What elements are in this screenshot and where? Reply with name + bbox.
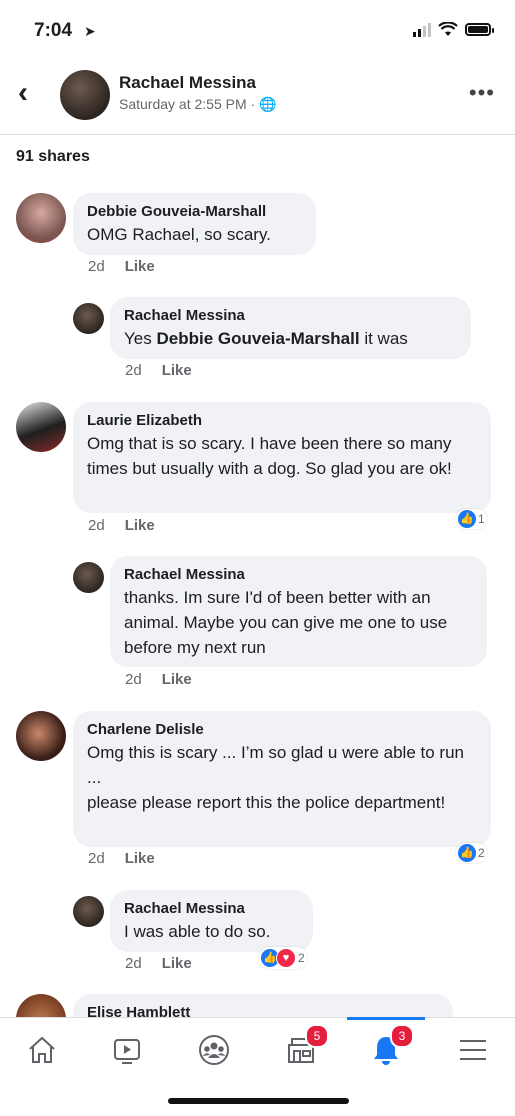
tab-groups[interactable] <box>194 1032 234 1068</box>
post-time[interactable]: Saturday at 2:55 PM · 🌐 <box>119 96 277 113</box>
mention-link[interactable]: Debbie Gouveia-Marshall <box>156 329 359 348</box>
like-button[interactable]: Like <box>162 362 192 379</box>
commenter-name[interactable]: Debbie Gouveia-Marshall <box>87 202 302 222</box>
comment-bubble[interactable]: Debbie Gouveia-Marshall OMG Rachael, so … <box>73 193 316 255</box>
heart-icon: ♥ <box>276 948 296 968</box>
status-icons <box>413 22 494 37</box>
comment-age: 2d <box>125 671 142 688</box>
location-arrow-icon: ➤ <box>84 23 96 39</box>
thumbs-up-icon: 👍 <box>458 844 476 862</box>
reaction-number: 2 <box>478 846 485 860</box>
comment-text: I was able to do so. <box>124 922 271 941</box>
like-button[interactable]: Like <box>125 850 155 867</box>
post-header: ‹ Rachael Messina Saturday at 2:55 PM · … <box>0 60 515 135</box>
video-icon <box>114 1039 140 1064</box>
reaction-number: 2 <box>298 951 305 965</box>
shares-count[interactable]: 91 shares <box>16 148 90 166</box>
commenter-name[interactable]: Rachael Messina <box>124 565 473 585</box>
like-button[interactable]: Like <box>162 671 192 688</box>
like-button[interactable]: Like <box>125 517 155 534</box>
back-button[interactable]: ‹ <box>18 78 28 108</box>
like-button[interactable]: Like <box>162 955 192 972</box>
comment-age: 2d <box>88 258 105 275</box>
comment-age: 2d <box>125 955 142 972</box>
comment-text: thanks. Im sure I'd of been better with … <box>124 588 448 657</box>
avatar[interactable] <box>73 896 104 927</box>
tab-home[interactable] <box>22 1032 62 1068</box>
status-time: 7:04 <box>34 20 73 41</box>
comment-bubble[interactable]: Laurie Elizabeth Omg that is so scary. I… <box>73 402 491 513</box>
tab-watch[interactable] <box>107 1032 147 1068</box>
comment-bubble[interactable]: Rachael Messina thanks. Im sure I'd of b… <box>110 556 487 667</box>
like-button[interactable]: Like <box>125 258 155 275</box>
signal-icon <box>413 22 431 37</box>
comment-bubble[interactable]: Rachael Messina Yes Debbie Gouveia-Marsh… <box>110 297 471 359</box>
battery-icon <box>465 23 494 36</box>
avatar[interactable] <box>60 70 110 120</box>
comment-age: 2d <box>88 517 105 534</box>
commenter-name[interactable]: Rachael Messina <box>124 306 457 326</box>
reaction-number: 1 <box>478 512 485 526</box>
comment-text-prefix: Yes <box>124 329 157 348</box>
menu-icon <box>460 1040 486 1060</box>
tab-marketplace[interactable]: 5 <box>281 1024 329 1068</box>
comment-text: Omg this is scary ... I’m so glad u were… <box>87 743 464 812</box>
comment-age: 2d <box>88 850 105 867</box>
marketplace-badge: 5 <box>305 1024 329 1048</box>
commenter-name[interactable]: Rachael Messina <box>124 899 299 919</box>
comment-age: 2d <box>125 362 142 379</box>
thumbs-up-icon: 👍 <box>458 510 476 528</box>
commenter-name[interactable]: Laurie Elizabeth <box>87 411 477 431</box>
wifi-icon <box>438 22 458 36</box>
status-bar: 7:04 ➤ <box>0 0 515 60</box>
avatar[interactable] <box>16 402 66 452</box>
home-icon <box>29 1036 55 1063</box>
home-indicator[interactable] <box>168 1098 349 1104</box>
comment-text: OMG Rachael, so scary. <box>87 225 271 244</box>
notifications-badge: 3 <box>390 1024 414 1048</box>
comment-bubble[interactable]: Rachael Messina I was able to do so. <box>110 890 313 952</box>
commenter-name[interactable]: Charlene Delisle <box>87 720 477 740</box>
reaction-count[interactable]: 👍 2 <box>456 843 487 863</box>
author-name[interactable]: Rachael Messina <box>119 73 256 93</box>
reaction-count[interactable]: 👍 ♥ 2 <box>259 947 307 969</box>
avatar[interactable] <box>73 562 104 593</box>
reaction-count[interactable]: 👍 1 <box>456 509 487 529</box>
comment-text: Yes Debbie Gouveia-Marshall it was <box>124 326 457 351</box>
comment-bubble[interactable]: Charlene Delisle Omg this is scary ... I… <box>73 711 491 847</box>
tab-menu[interactable] <box>453 1032 493 1068</box>
groups-icon <box>199 1035 229 1065</box>
more-options-icon[interactable]: ••• <box>469 80 495 106</box>
comment-text: Omg that is so scary. I have been there … <box>87 434 452 478</box>
avatar[interactable] <box>16 711 66 761</box>
active-tab-indicator <box>347 1017 425 1020</box>
comment-text-suffix: it was <box>359 329 408 348</box>
tab-notifications[interactable]: 3 <box>366 1024 414 1068</box>
avatar[interactable] <box>73 303 104 334</box>
avatar[interactable] <box>16 193 66 243</box>
